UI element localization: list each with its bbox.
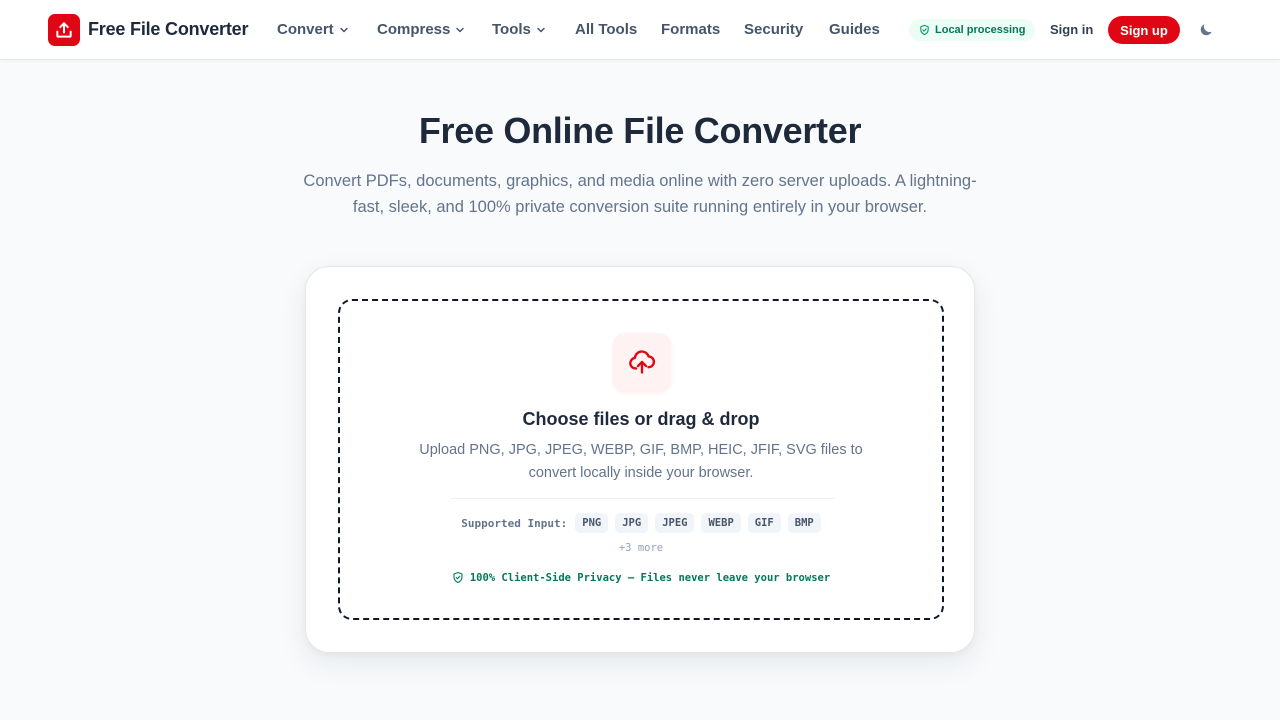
sign-up-button[interactable]: Sign up — [1108, 16, 1180, 44]
upload-icon-box — [613, 333, 671, 391]
privacy-note: 100% Client-Side Privacy — Files never l… — [340, 571, 942, 584]
page-subtitle: Convert PDFs, documents, graphics, and m… — [303, 172, 977, 216]
nav-guides[interactable]: Guides — [829, 21, 880, 38]
nav-convert[interactable]: Convert — [277, 21, 349, 38]
local-processing-badge: Local processing — [909, 19, 1036, 41]
sign-in-link[interactable]: Sign in — [1050, 22, 1093, 37]
nav-security-label: Security — [744, 21, 804, 38]
dropzone-description: Upload PNG, JPG, JPEG, WEBP, GIF, BMP, H… — [419, 442, 863, 481]
nav-compress[interactable]: Compress — [377, 21, 465, 38]
format-chip-gif: GIF — [747, 513, 781, 533]
format-chip-png: PNG — [575, 513, 609, 533]
nav-convert-label: Convert — [277, 21, 334, 38]
brand-name[interactable]: Free File Converter — [88, 19, 248, 40]
moon-icon[interactable] — [1198, 22, 1214, 38]
chevron-down-icon — [537, 27, 545, 33]
format-chip-jpg: JPG — [615, 513, 649, 533]
more-formats: +3 more — [618, 542, 664, 554]
shield-check-icon — [920, 24, 929, 36]
nav-formats-label: Formats — [661, 21, 721, 38]
cloud-upload-icon — [629, 350, 655, 374]
shield-check-icon — [453, 571, 463, 584]
format-chip-webp: WEBP — [701, 513, 741, 533]
chevron-down-icon — [339, 27, 348, 33]
supported-formats: Supported Input: PNG JPG JPEG WEBP GIF B… — [340, 513, 942, 533]
nav-all-tools[interactable]: All Tools — [575, 21, 637, 38]
format-chip-jpeg: JPEG — [655, 513, 695, 533]
page-title: Free Online File Converter — [418, 110, 862, 151]
divider — [450, 498, 834, 499]
nav-all-tools-label: All Tools — [575, 21, 638, 38]
badge-label: Local processing — [935, 24, 1026, 36]
nav-compress-label: Compress — [377, 21, 451, 38]
privacy-text: 100% Client-Side Privacy — Files never l… — [469, 571, 831, 584]
chevron-down-icon — [456, 27, 465, 33]
supported-label: Supported Input: — [461, 516, 568, 530]
file-dropzone[interactable]: Choose files or drag & drop Upload PNG, … — [338, 299, 944, 620]
dropzone-title: Choose files or drag & drop — [522, 409, 760, 429]
nav-tools-label: Tools — [492, 21, 531, 38]
nav-guides-label: Guides — [829, 21, 880, 38]
nav-tools[interactable]: Tools — [492, 21, 546, 38]
upload-card: Choose files or drag & drop Upload PNG, … — [305, 266, 975, 653]
format-chip-bmp: BMP — [787, 513, 821, 533]
site-header: Free File Converter Convert Compress Too… — [0, 0, 1280, 60]
nav-security[interactable]: Security — [744, 21, 803, 38]
nav-formats[interactable]: Formats — [661, 21, 720, 38]
logo-upload-icon[interactable] — [48, 14, 80, 46]
